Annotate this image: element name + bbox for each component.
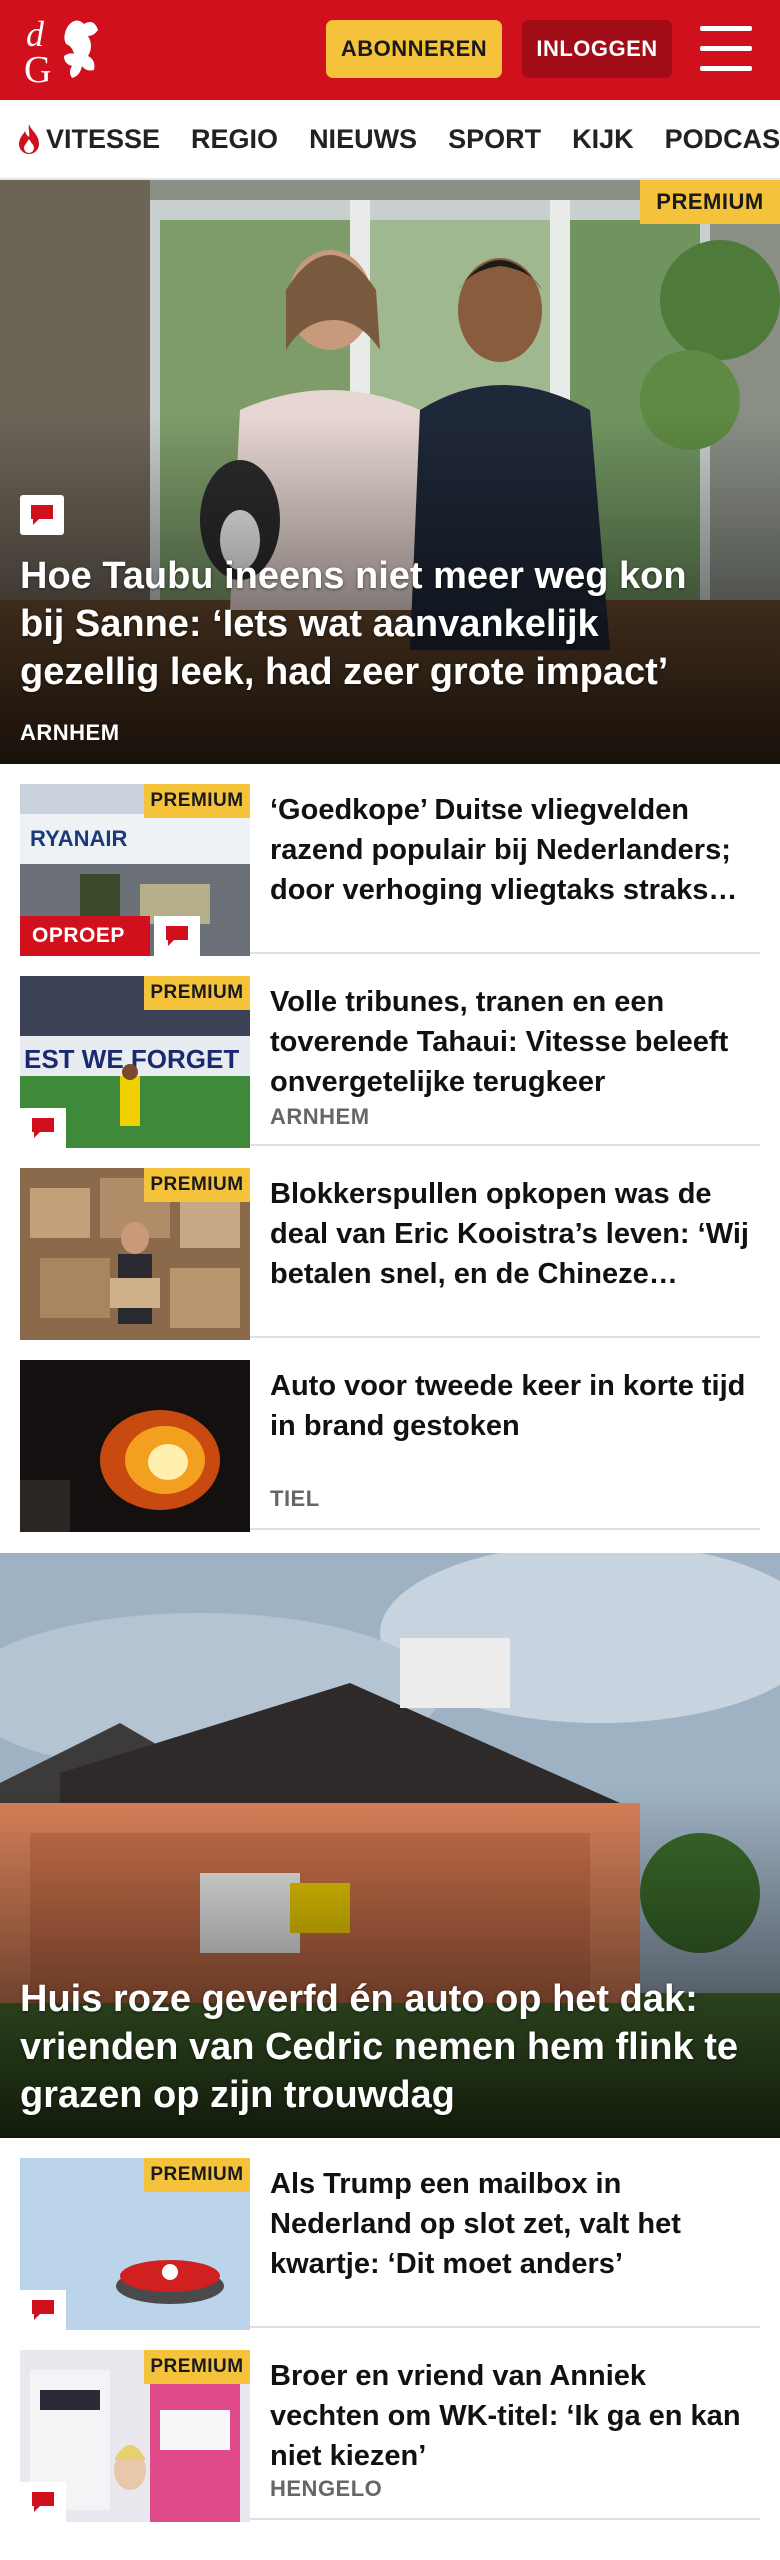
premium-badge: PREMIUM (640, 180, 780, 224)
article-thumbnail: PREMIUM (20, 1168, 250, 1340)
nav-item-sport[interactable]: SPORT (448, 124, 541, 155)
article-thumbnail (20, 1360, 250, 1532)
nav-item-kijk[interactable]: KIJK (572, 124, 634, 155)
hero-title[interactable]: Hoe Taubu ineens niet meer weg kon bij S… (20, 552, 740, 696)
article-title[interactable]: Als Trump een mailbox in Nederland op sl… (270, 2164, 760, 2284)
nav-label: VITESSE (46, 123, 161, 154)
article-title[interactable]: ‘Goedkope’ Duitse vliegvelden razend pop… (270, 790, 760, 910)
list-item[interactable]: EST WE FORGET PREMIUM Volle tribunes, tr… (20, 956, 760, 1148)
premium-badge: PREMIUM (144, 1168, 250, 1202)
subscribe-button[interactable]: ABONNEREN (326, 20, 502, 78)
main-nav: VITESSE REGIO NIEUWS SPORT KIJK PODCAST (0, 100, 780, 180)
list-item[interactable]: RYANAIR PREMIUM OPROEP ‘Goedkope’ Duitse… (20, 764, 760, 956)
article-location: HENGELO (270, 2476, 383, 2501)
article-thumbnail: RYANAIR PREMIUM OPROEP (20, 784, 250, 956)
hero-article[interactable]: Huis roze geverfd én auto op het dak: vr… (0, 1553, 780, 2138)
comment-icon (20, 2290, 66, 2330)
comment-icon (20, 1108, 66, 1148)
svg-text:d: d (26, 14, 45, 54)
svg-text:G: G (24, 49, 51, 88)
hero-article[interactable]: PREMIUM Hoe Taubu ineens niet meer weg k… (0, 180, 780, 764)
hamburger-icon[interactable] (700, 26, 752, 72)
comment-icon (154, 916, 200, 956)
list-item[interactable]: PREMIUM Blokkerspullen opkopen was de de… (20, 1148, 760, 1340)
hero-title[interactable]: Huis roze geverfd én auto op het dak: vr… (20, 1975, 740, 2119)
article-thumbnail: EST WE FORGET PREMIUM (20, 976, 250, 1148)
article-location: ARNHEM (270, 1104, 370, 1129)
article-title[interactable]: Auto voor tweede keer in korte tijd in b… (270, 1366, 760, 1446)
list-item[interactable]: PREMIUM Broer en vriend van Anniek vecht… (20, 2330, 760, 2522)
nav-item-podcast[interactable]: PODCAST (665, 124, 780, 155)
premium-badge: PREMIUM (144, 2350, 250, 2384)
article-title[interactable]: Blokkerspullen opkopen was de deal van E… (270, 1174, 760, 1294)
premium-badge: PREMIUM (144, 784, 250, 818)
premium-badge: PREMIUM (144, 2158, 250, 2192)
nav-item-nieuws[interactable]: NIEUWS (309, 124, 417, 155)
list-item[interactable]: PREMIUM Als Trump een mailbox in Nederla… (20, 2138, 760, 2330)
login-button[interactable]: INLOGGEN (522, 20, 672, 78)
comment-icon (20, 2482, 66, 2522)
article-title[interactable]: Volle tribunes, tranen en een toverende … (270, 982, 760, 1102)
hero-location: ARNHEM (20, 720, 120, 745)
top-bar: d G ABONNEREN INLOGGEN (0, 0, 780, 100)
list-item[interactable]: Auto voor tweede keer in korte tijd in b… (20, 1340, 760, 1532)
article-title[interactable]: Broer en vriend van Anniek vechten om WK… (270, 2356, 760, 2476)
nav-item-vitesse[interactable]: VITESSE (16, 123, 160, 155)
article-thumbnail: PREMIUM (20, 2350, 250, 2522)
site-logo[interactable]: d G (22, 12, 114, 91)
nav-item-regio[interactable]: REGIO (191, 124, 278, 155)
article-location: TIEL (270, 1486, 320, 1511)
article-thumbnail: PREMIUM (20, 2158, 250, 2330)
flame-icon (19, 124, 39, 154)
comment-icon (20, 495, 64, 535)
oproep-tag: OPROEP (20, 916, 150, 956)
svg-text:RYANAIR: RYANAIR (30, 826, 128, 851)
premium-badge: PREMIUM (144, 976, 250, 1010)
